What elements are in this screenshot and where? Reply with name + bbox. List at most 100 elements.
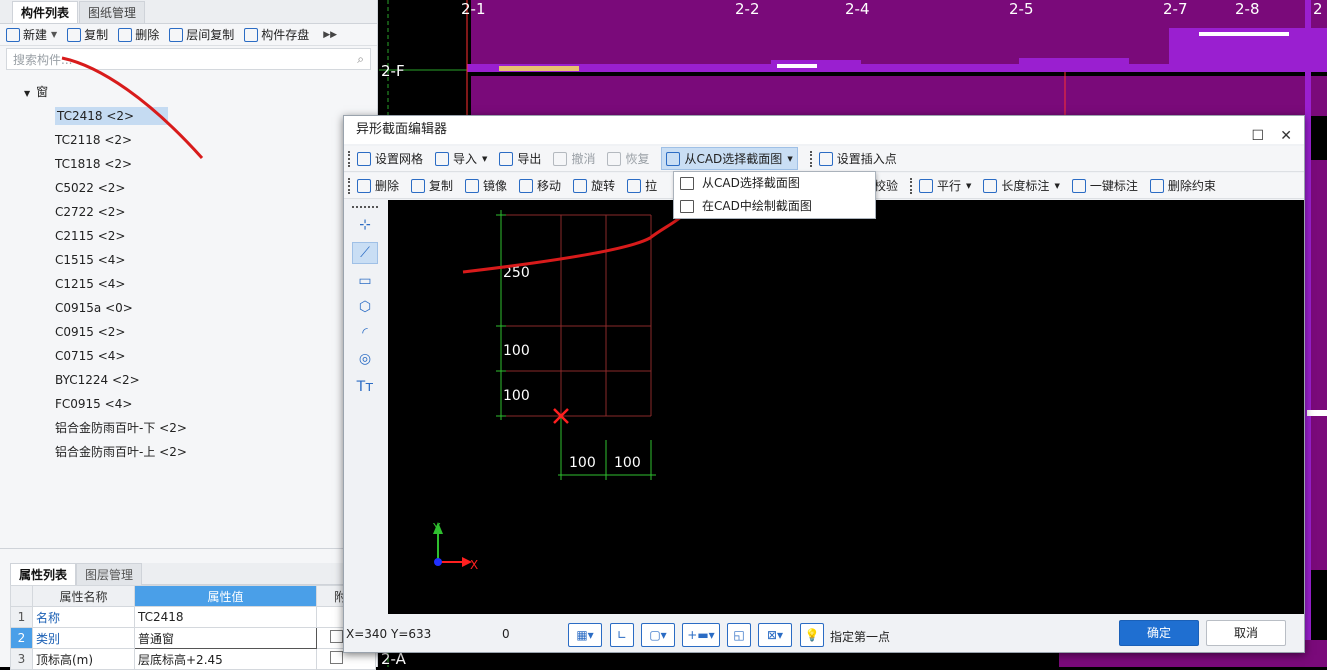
- length-dim-label: 长度标注: [1001, 179, 1050, 193]
- text-tool[interactable]: Tт: [352, 376, 378, 398]
- tree-item[interactable]: C2722 <2>: [0, 200, 376, 224]
- rotate-button[interactable]: 旋转: [573, 177, 615, 194]
- ortho-toggle-button[interactable]: ∟: [610, 623, 634, 647]
- arc-tool[interactable]: ◜: [352, 322, 378, 344]
- ok-button[interactable]: 确定: [1119, 620, 1199, 646]
- menu-item-draw-in-cad[interactable]: 在CAD中绘制截面图: [674, 195, 875, 218]
- cad-select-icon: [680, 177, 694, 190]
- arc-icon: ◜: [362, 325, 368, 341]
- toolbar-grip: [352, 206, 378, 208]
- prop-name: 顶标高(m): [32, 648, 135, 670]
- lightbulb-icon: 💡: [804, 628, 820, 642]
- grid-toggle-button[interactable]: ▦▾: [568, 623, 602, 647]
- tab-property-list[interactable]: 属性列表: [10, 563, 77, 585]
- mirror-button[interactable]: 镜像: [465, 177, 507, 194]
- tree-item[interactable]: FC0915 <4>: [0, 392, 376, 416]
- import-label: 导入: [453, 152, 478, 166]
- tree-item[interactable]: C0915a <0>: [0, 296, 376, 320]
- tree-item[interactable]: 铝合金防雨百叶-下 <2>: [0, 416, 376, 440]
- prop-name: 类别: [32, 627, 135, 649]
- remove-constraint-icon: [1149, 178, 1164, 193]
- set-insert-point-button[interactable]: 设置插入点: [818, 150, 897, 167]
- export-button[interactable]: 导出: [499, 150, 541, 167]
- property-table: 属性名称 属性值 附加 1 名称 TC2418 2 类别 普通窗 3 顶标高(m…: [10, 585, 376, 670]
- chevron-down-icon: ▼: [1054, 181, 1060, 190]
- tree-item[interactable]: C0915 <2>: [0, 320, 376, 344]
- redo-button[interactable]: 恢复: [607, 150, 649, 167]
- tree-item[interactable]: BYC1224 <2>: [0, 368, 376, 392]
- undo-button[interactable]: 撤消: [553, 150, 595, 167]
- prop-name-header: 属性名称: [32, 585, 135, 607]
- verify-button[interactable]: 校验: [874, 177, 898, 194]
- annotation-stroke: [61, 56, 204, 160]
- point-tool[interactable]: ⊹: [352, 214, 378, 236]
- row-num-header: [10, 585, 33, 607]
- section-drawing: 250 100 100 100 100 Y X: [432, 201, 692, 572]
- parallel-button[interactable]: 平行 ▼: [919, 177, 971, 194]
- cancel-button[interactable]: 取消: [1206, 620, 1286, 646]
- panel-splitter[interactable]: [0, 548, 376, 552]
- circle-tool[interactable]: ◎: [352, 348, 378, 370]
- track-toggle-button[interactable]: +▬▾: [682, 623, 720, 647]
- section-canvas[interactable]: 250 100 100 100 100 Y X: [388, 200, 1304, 614]
- stretch-label: 拉: [645, 179, 658, 193]
- remove-constraint-button[interactable]: 删除约束: [1149, 177, 1216, 194]
- editor-toolbar-main: 设置网格 导入 ▼ 导出 撤消 恢复 从CAD选择截面图 ▼ 设置插入点: [344, 146, 1304, 172]
- move-label: 移动: [537, 179, 562, 193]
- prop-name: 名称: [32, 606, 135, 628]
- prop-value-input[interactable]: 普通窗: [134, 627, 317, 649]
- stretch-button[interactable]: 拉: [627, 177, 657, 194]
- tree-item[interactable]: C0715 <4>: [0, 344, 376, 368]
- move-button[interactable]: 移动: [519, 177, 561, 194]
- cad-select-section-button[interactable]: 从CAD选择截面图 ▼: [661, 147, 798, 170]
- rotate-icon: [573, 178, 588, 193]
- line-tool[interactable]: ⟋: [352, 242, 378, 264]
- checkbox[interactable]: [330, 630, 343, 643]
- export-icon: [499, 151, 514, 166]
- dim-label: 100: [614, 455, 641, 471]
- copy-shape-button[interactable]: 复制: [411, 177, 453, 194]
- axis-label-2-F: 2-F: [381, 62, 405, 80]
- import-button[interactable]: 导入 ▼: [435, 150, 487, 167]
- annotation-stroke: [462, 201, 692, 274]
- menu-item-select-from-cad[interactable]: 从CAD选择截面图: [674, 172, 875, 195]
- axis-label-2-1: 2-1: [461, 0, 486, 18]
- tree-item[interactable]: C2115 <2>: [0, 224, 376, 248]
- object-snap-button[interactable]: ⊠▾: [758, 623, 792, 647]
- snap-toggle-button[interactable]: ▢▾: [641, 623, 675, 647]
- rectangle-tool[interactable]: ▭: [352, 270, 378, 292]
- tree-item[interactable]: C1215 <4>: [0, 272, 376, 296]
- dim-label: 100: [503, 343, 530, 359]
- table-row[interactable]: 2 类别 普通窗: [10, 627, 376, 649]
- tab-layer-management[interactable]: 图层管理: [76, 563, 143, 585]
- tree-item-label: 铝合金防雨百叶-下 <2>: [55, 421, 187, 435]
- table-row[interactable]: 1 名称 TC2418: [10, 606, 376, 628]
- length-dim-icon: [983, 178, 998, 193]
- tree-item[interactable]: 铝合金防雨百叶-上 <2>: [0, 440, 376, 464]
- auto-dim-icon: [1071, 178, 1086, 193]
- auto-dim-button[interactable]: 一键标注: [1071, 177, 1138, 194]
- grid-icon: ▦▾: [576, 628, 594, 642]
- tree-item-label: C2722 <2>: [55, 205, 126, 219]
- auto-dim-label: 一键标注: [1089, 179, 1138, 193]
- prop-value[interactable]: TC2418: [134, 606, 317, 628]
- polygon-icon: ⬡: [358, 299, 372, 315]
- rectangle-icon: ▭: [358, 273, 372, 289]
- property-tabs: 属性列表 图层管理: [10, 563, 376, 585]
- length-dim-button[interactable]: 长度标注 ▼: [983, 177, 1060, 194]
- draw-tools-bar: ⊹ ⟋ ▭ ⬡ ◜ ◎ Tт: [344, 200, 388, 614]
- hint-toggle-button[interactable]: 💡: [800, 623, 824, 647]
- polygon-tool[interactable]: ⬡: [352, 296, 378, 318]
- copy-shape-label: 复制: [429, 179, 454, 193]
- cad-select-label: 从CAD选择截面图: [684, 152, 783, 166]
- dim-label: 100: [569, 455, 596, 471]
- rotate-label: 旋转: [591, 179, 616, 193]
- table-row[interactable]: 3 顶标高(m) 层底标高+2.45: [10, 648, 376, 670]
- prop-value[interactable]: 层底标高+2.45: [134, 648, 317, 670]
- tree-item[interactable]: C1515 <4>: [0, 248, 376, 272]
- polar-toggle-button[interactable]: ◱: [727, 623, 751, 647]
- row-number: 1: [10, 606, 33, 628]
- row-number: 2: [10, 627, 33, 649]
- import-icon: [435, 151, 450, 166]
- checkbox[interactable]: [330, 651, 343, 664]
